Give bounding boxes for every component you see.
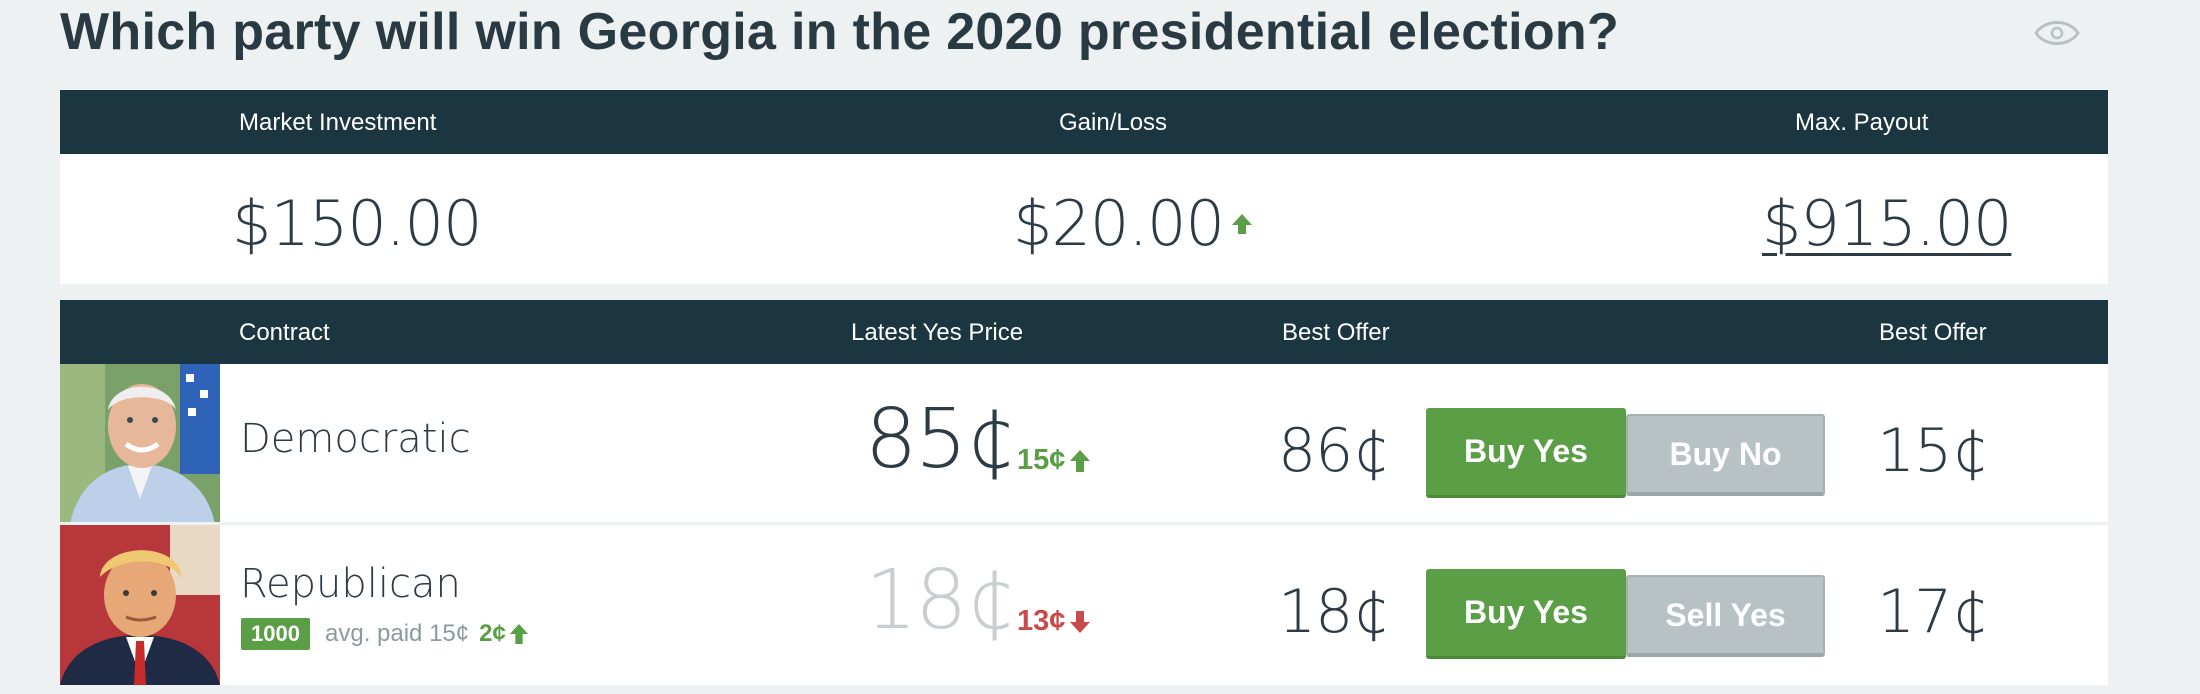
- latest-price: 18¢: [865, 553, 1018, 648]
- best-offer-yes: 86¢: [1278, 416, 1391, 486]
- avg-change: 2¢: [479, 620, 529, 648]
- summary-panel: $150.00 $20.00 $915.00: [60, 154, 2108, 284]
- investment-value: $150.00: [232, 187, 482, 260]
- eye-icon[interactable]: [2033, 12, 2081, 54]
- price-change-value: 13¢: [1017, 605, 1066, 637]
- avg-paid: avg. paid 15¢ 2¢: [325, 620, 529, 648]
- offer-yes-col-header: Best Offer: [1282, 319, 1390, 346]
- latest-price: 85¢: [865, 392, 1018, 487]
- payout-header: Max. Payout: [1795, 109, 1929, 136]
- gainloss-header: Gain/Loss: [1059, 109, 1168, 136]
- payout-value[interactable]: $915.00: [1762, 187, 2012, 260]
- avg-change-value: 2¢: [479, 620, 506, 647]
- sell-yes-button[interactable]: Sell Yes: [1626, 575, 1825, 657]
- candidate-photo: [60, 364, 220, 524]
- arrow-up-icon: [1231, 213, 1252, 234]
- arrow-up-icon: [1070, 449, 1091, 472]
- page-title: Which party will win Georgia in the 2020…: [60, 3, 1620, 61]
- gainloss-value: $20.00: [1013, 187, 1225, 260]
- contract-row-republican: Republican 1000 avg. paid 15¢ 2¢ 18¢ 13¢…: [60, 525, 2108, 685]
- price-change: 13¢: [1017, 605, 1091, 638]
- buy-no-button[interactable]: Buy No: [1626, 414, 1825, 496]
- arrow-up-icon: [509, 624, 528, 644]
- summary-header: Market Investment Gain/Loss Max. Payout: [60, 90, 2108, 154]
- contract-header: Contract Latest Yes Price Best Offer Bes…: [60, 300, 2108, 364]
- contract-name: Republican: [240, 561, 461, 607]
- buy-yes-button[interactable]: Buy Yes: [1426, 569, 1626, 659]
- shares-badge: 1000: [241, 618, 310, 650]
- buy-yes-button[interactable]: Buy Yes: [1426, 408, 1626, 498]
- avg-paid-text: avg. paid 15¢: [325, 620, 470, 647]
- best-offer-no: 15¢: [1877, 416, 1990, 486]
- price-change-value: 15¢: [1017, 444, 1066, 476]
- contract-name: Democratic: [240, 416, 471, 462]
- investment-header: Market Investment: [239, 109, 437, 136]
- arrow-down-icon: [1070, 610, 1091, 633]
- contract-col-header: Contract: [239, 319, 330, 346]
- gainloss-group: $20.00: [1013, 187, 1254, 260]
- latest-col-header: Latest Yes Price: [851, 319, 1024, 346]
- best-offer-yes: 18¢: [1278, 577, 1391, 647]
- best-offer-no: 17¢: [1877, 577, 1990, 647]
- price-change: 15¢: [1017, 444, 1091, 477]
- contract-row-democratic: Democratic 85¢ 15¢ 86¢ Buy Yes Buy No 15…: [60, 364, 2108, 524]
- candidate-photo: [60, 525, 220, 685]
- offer-no-col-header: Best Offer: [1879, 319, 1987, 346]
